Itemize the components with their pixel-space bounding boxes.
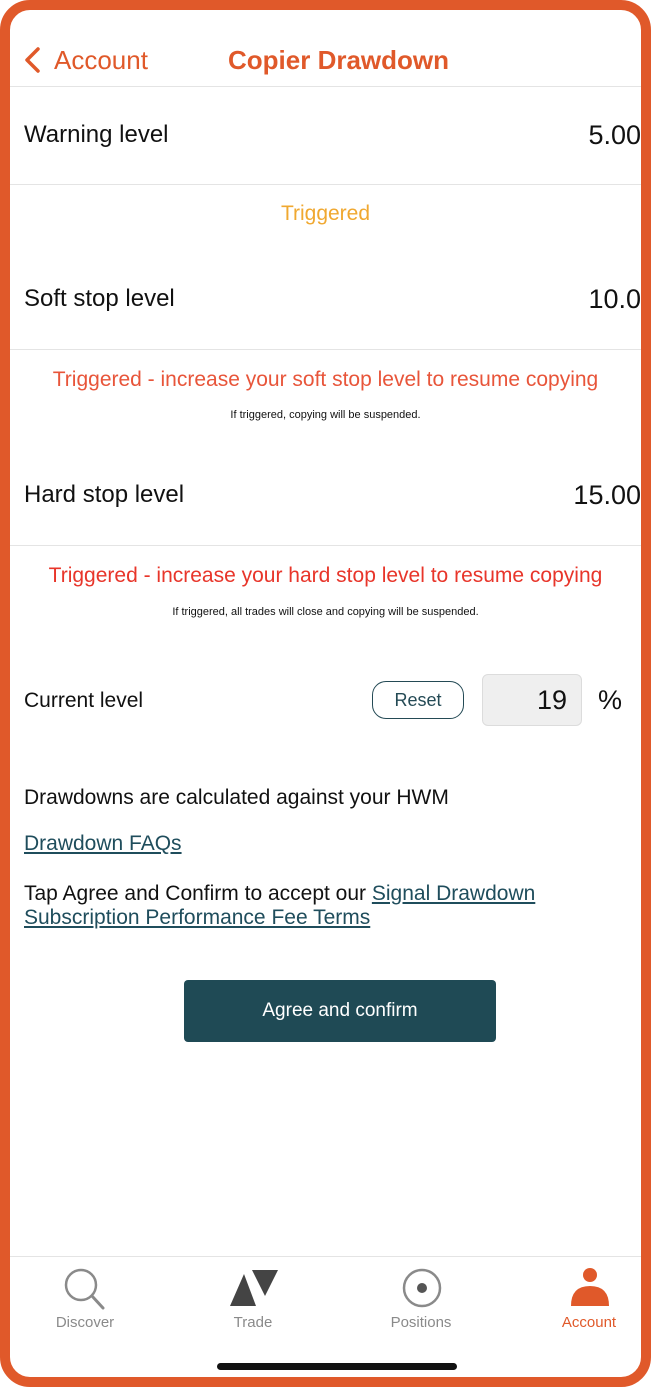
back-button[interactable]: Account — [54, 44, 148, 76]
divider — [10, 545, 641, 546]
app-screen: Account Copier Drawdown Warning level 5.… — [0, 0, 651, 1387]
warning-status: Triggered — [280, 202, 371, 225]
soft-stop-label: Soft stop level — [24, 285, 175, 312]
trade-icon — [230, 1270, 278, 1306]
warning-level-value[interactable]: 5.00 — [588, 119, 641, 151]
search-icon — [64, 1268, 105, 1310]
percent-unit: % — [598, 685, 623, 715]
soft-stop-status: Triggered - increase your soft stop leve… — [52, 368, 599, 391]
tab-account-label: Account — [561, 1314, 617, 1331]
page-title: Copier Drawdown — [228, 45, 450, 75]
tab-discover-label: Discover — [55, 1314, 115, 1331]
home-indicator[interactable] — [217, 1363, 457, 1370]
current-level-field[interactable]: 19 — [482, 674, 582, 726]
positions-icon — [402, 1268, 442, 1308]
tabbar-divider — [10, 1256, 641, 1257]
tab-trade-label: Trade — [233, 1314, 273, 1331]
hard-stop-note: If triggered, all trades will close and … — [172, 606, 479, 618]
hard-stop-status: Triggered - increase your hard stop leve… — [48, 564, 603, 587]
soft-stop-value[interactable]: 10.0 — [588, 283, 641, 315]
current-level-label: Current level — [24, 689, 144, 712]
chevron-left-icon[interactable] — [20, 44, 46, 76]
agree-confirm-button[interactable]: Agree and confirm — [184, 980, 496, 1042]
hard-stop-label: Hard stop level — [24, 481, 185, 508]
warning-level-label: Warning level — [24, 121, 169, 148]
header-divider — [10, 86, 641, 87]
account-icon — [571, 1268, 609, 1306]
terms-prefix: Tap Agree and Confirm to accept our — [24, 882, 372, 905]
divider — [10, 349, 641, 350]
divider — [10, 184, 641, 185]
hwm-text: Drawdowns are calculated against your HW… — [24, 786, 449, 809]
reset-button[interactable]: Reset — [372, 681, 464, 719]
tab-positions-label: Positions — [390, 1314, 452, 1331]
soft-stop-note: If triggered, copying will be suspended. — [230, 409, 421, 421]
hard-stop-value[interactable]: 15.00 — [573, 479, 641, 511]
drawdown-faqs-link[interactable]: Drawdown FAQs — [24, 832, 182, 856]
terms-text: Tap Agree and Confirm to accept our Sign… — [24, 882, 624, 930]
